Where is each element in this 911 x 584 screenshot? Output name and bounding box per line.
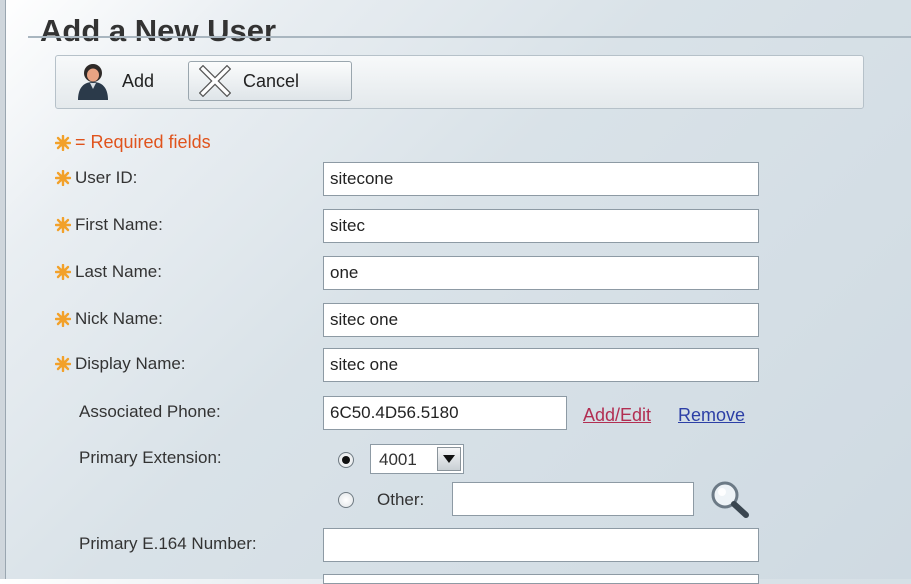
- cancel-button[interactable]: Cancel: [188, 61, 352, 101]
- nick-name-label: Nick Name:: [75, 309, 163, 328]
- other-extension-row: Other:: [55, 480, 905, 520]
- required-icon: [55, 134, 71, 151]
- title-divider: [28, 36, 911, 38]
- nick-name-row: Nick Name:: [55, 303, 905, 339]
- user-id-field[interactable]: [323, 162, 759, 196]
- first-name-field[interactable]: [323, 209, 759, 243]
- add-button[interactable]: Add: [76, 61, 196, 101]
- other-extension-radio[interactable]: [338, 492, 354, 508]
- associated-phone-label-group: Associated Phone:: [79, 402, 221, 422]
- primary-extension-row: Primary Extension: 4001: [55, 442, 905, 478]
- user-id-label: User ID:: [75, 168, 138, 187]
- required-fields-legend: = Required fields: [55, 132, 211, 153]
- last-name-label-group: Last Name:: [55, 262, 162, 282]
- add-button-label: Add: [122, 70, 155, 91]
- display-name-field[interactable]: [323, 348, 759, 382]
- required-icon: [55, 217, 71, 233]
- display-name-label: Display Name:: [75, 354, 186, 373]
- add-edit-phone-link[interactable]: Add/Edit: [583, 405, 651, 426]
- associated-phone-field[interactable]: [323, 396, 567, 430]
- first-name-label: First Name:: [75, 215, 163, 234]
- primary-extension-label: Primary Extension:: [79, 448, 222, 467]
- primary-e164-row: Primary E.164 Number:: [55, 528, 905, 564]
- required-icon: [55, 311, 71, 327]
- user-id-label-group: User ID:: [55, 168, 137, 188]
- primary-e164-field[interactable]: [323, 528, 759, 562]
- user-icon: [78, 64, 108, 100]
- required-icon: [55, 170, 71, 186]
- primary-extension-selected-value: 4001: [379, 450, 417, 469]
- next-field-partial[interactable]: [323, 574, 759, 584]
- page-title: Add a New User: [40, 13, 277, 44]
- dropdown-arrow-icon[interactable]: [437, 447, 461, 471]
- associated-phone-row: Associated Phone: Add/Edit Remove: [55, 396, 905, 432]
- close-icon: [199, 65, 231, 97]
- associated-phone-label: Associated Phone:: [79, 402, 221, 421]
- other-label: Other:: [377, 490, 425, 509]
- display-name-row: Display Name:: [55, 348, 905, 384]
- radio-selected-dot: [342, 456, 350, 464]
- first-name-row: First Name:: [55, 209, 905, 245]
- other-extension-field[interactable]: [452, 482, 694, 516]
- display-name-label-group: Display Name:: [55, 354, 186, 374]
- primary-extension-select[interactable]: 4001: [370, 444, 464, 474]
- window-left-edge: [0, 0, 6, 579]
- primary-e164-label-group: Primary E.164 Number:: [79, 534, 257, 554]
- last-name-row: Last Name:: [55, 256, 905, 292]
- required-fields-text: = Required fields: [75, 132, 211, 152]
- cancel-button-label: Cancel: [243, 70, 300, 91]
- last-name-label: Last Name:: [75, 262, 162, 281]
- nick-name-field[interactable]: [323, 303, 759, 337]
- user-id-row: User ID:: [55, 162, 905, 198]
- required-icon: [55, 264, 71, 280]
- remove-phone-link[interactable]: Remove: [678, 405, 745, 426]
- nick-name-label-group: Nick Name:: [55, 309, 163, 329]
- primary-e164-label: Primary E.164 Number:: [79, 534, 257, 553]
- last-name-field[interactable]: [323, 256, 759, 290]
- search-icon[interactable]: [709, 480, 751, 520]
- required-icon: [55, 356, 71, 372]
- toolbar: Add Cancel: [55, 55, 864, 109]
- primary-extension-radio[interactable]: [338, 452, 354, 468]
- first-name-label-group: First Name:: [55, 215, 163, 235]
- primary-extension-label-group: Primary Extension:: [79, 448, 222, 468]
